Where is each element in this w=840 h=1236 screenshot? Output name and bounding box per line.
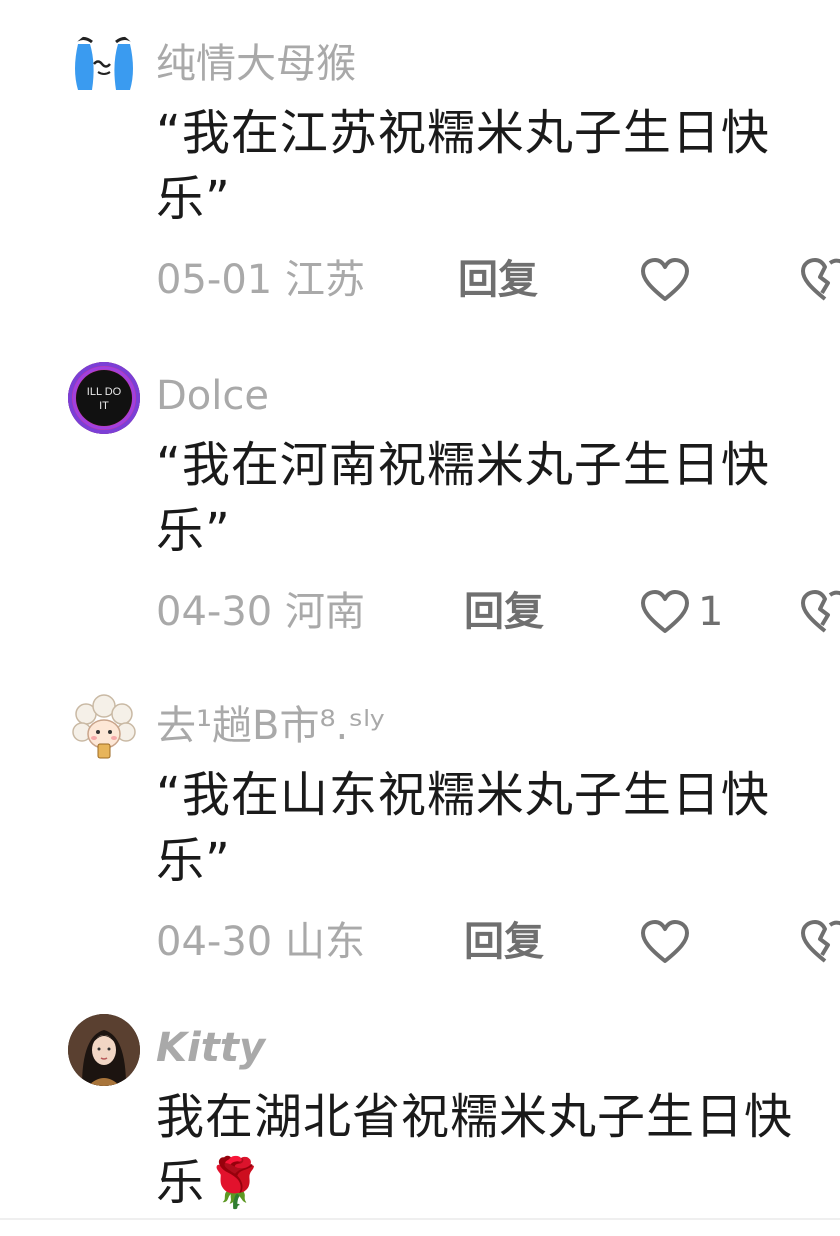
comment-meta: 05-01 江苏 回复 bbox=[156, 252, 840, 308]
like-count: 1 bbox=[698, 589, 724, 635]
broken-heart-icon bbox=[801, 590, 840, 633]
dislike-button[interactable] bbox=[800, 252, 840, 308]
comment-meta: 04-30 山东 回复 bbox=[156, 914, 840, 970]
dislike-button[interactable] bbox=[800, 584, 840, 640]
like-button[interactable]: 1 bbox=[640, 584, 723, 640]
reply-button[interactable]: 回复 bbox=[464, 914, 544, 970]
reply-button[interactable]: 回复 bbox=[464, 584, 544, 640]
comment-item: 去¹趟B市⁸.ˢˡʸ “我在山东祝糯米丸子生日快乐” 04-30 山东 回复 bbox=[0, 692, 840, 992]
username[interactable]: 纯情大母猴 bbox=[156, 36, 356, 92]
avatar[interactable] bbox=[68, 30, 140, 102]
comment-text: “我在江苏祝糯米丸子生日快乐” bbox=[156, 105, 770, 227]
like-button[interactable] bbox=[640, 914, 698, 970]
broken-heart-icon bbox=[801, 258, 840, 301]
date-location: 05-01 江苏 bbox=[156, 257, 365, 303]
avatar-badge-text: IT bbox=[99, 400, 109, 412]
broken-heart-icon bbox=[801, 920, 840, 963]
like-button[interactable] bbox=[640, 252, 698, 308]
sheep-cartoon-icon bbox=[72, 694, 136, 759]
avatar[interactable]: ILL DO IT bbox=[68, 362, 140, 434]
date-location: 04-30 山东 bbox=[156, 919, 365, 965]
avatar-badge-text: ILL DO bbox=[87, 386, 122, 398]
comment-item: Kitty 我在湖北省祝糯米丸子生日快乐🌹 bbox=[0, 1014, 840, 1218]
reply-button[interactable]: 回复 bbox=[458, 252, 538, 308]
profile-photo-icon bbox=[68, 1014, 140, 1086]
comment-text: “我在山东祝糯米丸子生日快乐” bbox=[156, 767, 770, 889]
comment-item: 纯情大母猴 “我在江苏祝糯米丸子生日快乐” 05-01 江苏 回复 bbox=[0, 30, 840, 330]
username[interactable]: 去¹趟B市⁸.ˢˡʸ bbox=[156, 698, 385, 754]
comment-item: ILL DO IT Dolce “我在河南祝糯米丸子生日快乐” 04-30 河南… bbox=[0, 362, 840, 662]
avatar[interactable] bbox=[68, 692, 140, 764]
heart-icon bbox=[641, 258, 689, 301]
dislike-button[interactable] bbox=[800, 914, 840, 970]
avatar[interactable] bbox=[68, 1014, 140, 1086]
comment-text: “我在河南祝糯米丸子生日快乐” bbox=[156, 437, 770, 559]
heart-icon bbox=[641, 920, 689, 963]
heart-icon bbox=[641, 590, 689, 633]
neon-badge-icon: ILL DO IT bbox=[72, 366, 136, 430]
crying-face-icon bbox=[70, 37, 138, 90]
username[interactable]: Dolce bbox=[156, 368, 269, 424]
comment-meta: 04-30 河南 回复 1 bbox=[156, 584, 840, 640]
divider bbox=[0, 1218, 840, 1220]
comment-text: 我在湖北省祝糯米丸子生日快乐🌹 bbox=[156, 1089, 794, 1211]
date-location: 04-30 河南 bbox=[156, 589, 365, 635]
username[interactable]: Kitty bbox=[156, 1020, 265, 1076]
